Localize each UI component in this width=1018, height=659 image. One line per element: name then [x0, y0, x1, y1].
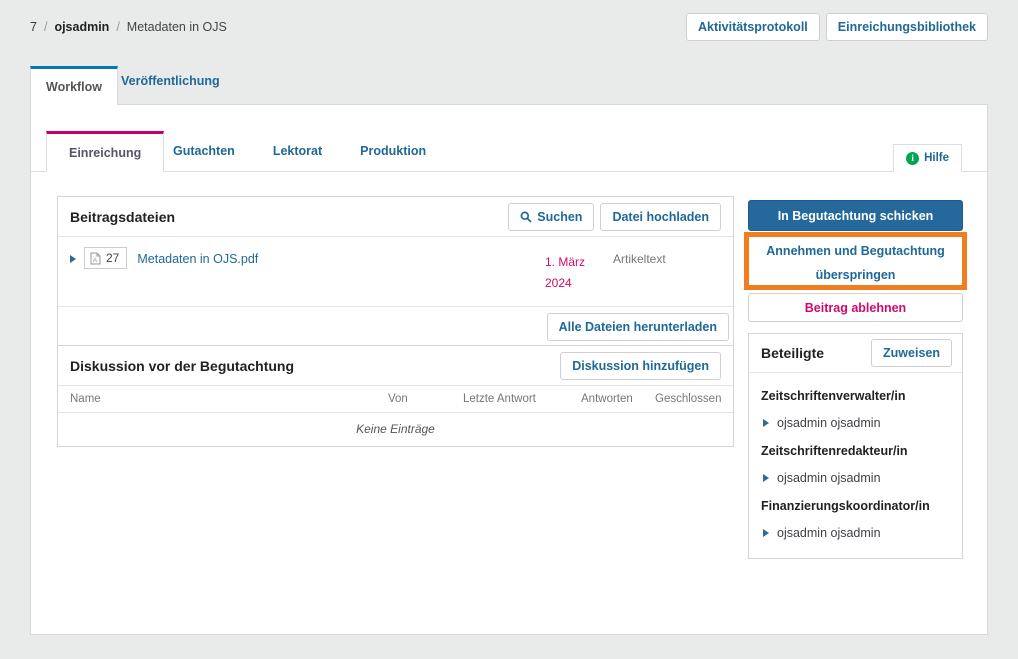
tab-submission[interactable]: Einreichung [46, 131, 164, 172]
submission-files-panel: Beitragsdateien Suchen Datei hochladen A… [57, 196, 734, 348]
breadcrumb-author: ojsadmin [54, 20, 109, 34]
tab-workflow[interactable]: Workflow [30, 66, 118, 105]
expand-arrow-icon[interactable] [70, 255, 76, 263]
participants-panel: Beteiligte Zuweisen Zeitschriftenverwalt… [748, 333, 963, 559]
file-row: A 27 Metadaten in OJS.pdf 1. März 2024 A… [58, 237, 733, 307]
download-all-files-button[interactable]: Alle Dateien herunterladen [547, 313, 729, 341]
send-to-review-button[interactable]: In Begutachtung schicken [748, 200, 963, 231]
participant-name[interactable]: ojsadmin ojsadmin [777, 526, 881, 540]
accept-skip-review-button[interactable]: Annehmen und Begutachtung überspringen [749, 237, 962, 285]
file-id: 27 [106, 251, 119, 265]
breadcrumb-separator: / [116, 20, 119, 34]
breadcrumb-separator: / [44, 20, 47, 34]
column-closed: Geschlossen [655, 393, 727, 405]
search-button[interactable]: Suchen [508, 203, 594, 231]
participant-row: ojsadmin ojsadmin [749, 513, 962, 540]
participant-name[interactable]: ojsadmin ojsadmin [777, 471, 881, 485]
svg-text:A: A [93, 258, 97, 264]
column-replies: Antworten [581, 393, 655, 405]
participant-role: Zeitschriftenverwalter/in [749, 375, 962, 403]
submission-library-button[interactable]: Einreichungsbibliothek [826, 13, 988, 41]
tab-workflow-label: Workflow [46, 80, 102, 94]
file-id-badge: A 27 [84, 247, 127, 269]
column-from: Von [388, 393, 463, 405]
tab-publication-label: Veröffentlichung [121, 74, 220, 88]
assign-button[interactable]: Zuweisen [871, 339, 952, 367]
discussions-table-header: Name Von Letzte Antwort Antworten Geschl… [58, 386, 733, 413]
send-to-review-label: In Begutachtung schicken [778, 209, 934, 223]
breadcrumb: 7 / ojsadmin / Metadaten in OJS [30, 20, 227, 34]
breadcrumb-title: Metadaten in OJS [127, 20, 227, 34]
submission-files-title: Beitragsdateien [70, 209, 175, 225]
participants-header: Beteiligte Zuweisen [749, 334, 962, 373]
participants-title: Beteiligte [761, 345, 824, 361]
info-icon: i [906, 152, 919, 165]
expand-arrow-icon[interactable] [763, 474, 769, 482]
file-date: 1. März 2024 [545, 252, 607, 294]
tab-review[interactable]: Gutachten [154, 144, 254, 158]
participant-role: Finanzierungskoordinator/in [749, 485, 962, 513]
help-button[interactable]: i Hilfe [893, 144, 962, 172]
tab-submission-label: Einreichung [69, 146, 141, 160]
workflow-tabbar: Gutachten Lektorat Produktion [154, 131, 445, 171]
decline-submission-label: Beitrag ablehnen [805, 301, 906, 315]
header-actions: Aktivitätsprotokoll Einreichungsbiblioth… [686, 13, 988, 41]
decline-submission-button[interactable]: Beitrag ablehnen [748, 293, 963, 322]
discussions-title: Diskussion vor der Begutachtung [70, 358, 294, 374]
discussions-header: Diskussion vor der Begutachtung Diskussi… [58, 346, 733, 386]
search-button-label: Suchen [537, 210, 582, 224]
add-discussion-button[interactable]: Diskussion hinzufügen [560, 352, 721, 380]
upload-file-button[interactable]: Datei hochladen [600, 203, 721, 231]
expand-arrow-icon[interactable] [763, 419, 769, 427]
ojs-workflow-page: 7 / ojsadmin / Metadaten in OJS Aktivitätspr… [0, 0, 1018, 659]
submission-files-footer: Alle Dateien herunterladen [58, 307, 733, 347]
search-icon [520, 211, 532, 223]
participant-row: ojsadmin ojsadmin [749, 458, 962, 485]
file-name-link[interactable]: Metadaten in OJS.pdf [137, 252, 545, 266]
participants-list: Zeitschriftenverwalter/in ojsadmin ojsad… [749, 373, 962, 540]
workflow-tabbar-divider [31, 171, 987, 172]
breadcrumb-id: 7 [30, 20, 37, 34]
tab-production[interactable]: Produktion [341, 144, 445, 158]
pre-review-discussions-panel: Diskussion vor der Begutachtung Diskussi… [57, 345, 734, 447]
help-label: Hilfe [924, 152, 949, 164]
participant-row: ojsadmin ojsadmin [749, 403, 962, 430]
participant-name[interactable]: ojsadmin ojsadmin [777, 416, 881, 430]
participant-role: Zeitschriftenredakteur/in [749, 430, 962, 458]
pdf-file-icon: A [90, 252, 101, 265]
tab-copyediting[interactable]: Lektorat [254, 144, 341, 158]
activity-log-button[interactable]: Aktivitätsprotokoll [686, 13, 820, 41]
tab-publication[interactable]: Veröffentlichung [121, 74, 220, 88]
submission-files-header: Beitragsdateien Suchen Datei hochladen [58, 197, 733, 237]
annotation-highlight-box: Annehmen und Begutachtung überspringen [744, 232, 967, 290]
column-last-reply: Letzte Antwort [463, 393, 581, 405]
file-genre: Artikeltext [613, 252, 721, 266]
column-name: Name [70, 393, 388, 405]
expand-arrow-icon[interactable] [763, 529, 769, 537]
empty-state-label: Keine Einträge [58, 413, 733, 446]
